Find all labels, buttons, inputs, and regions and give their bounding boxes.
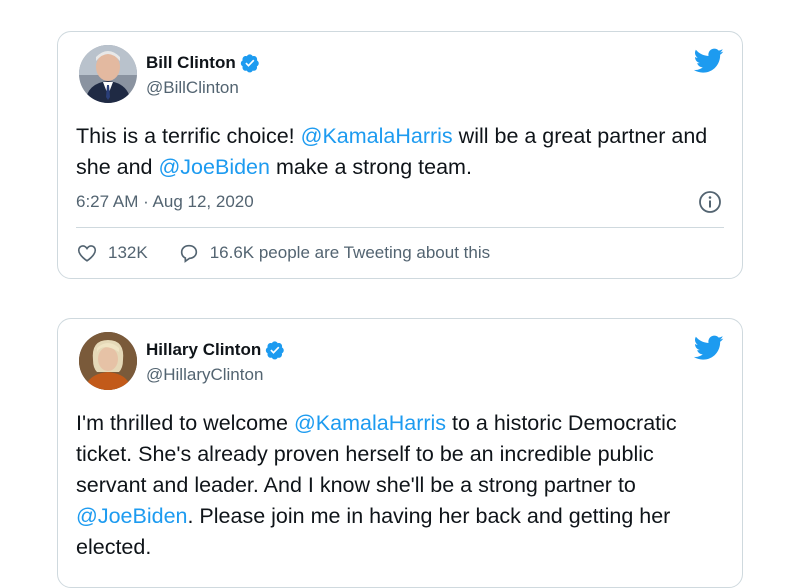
- author-handle[interactable]: @HillaryClinton: [146, 365, 263, 385]
- tweet-text-segment: make a strong team.: [269, 155, 472, 179]
- avatar[interactable]: [79, 332, 137, 390]
- timestamp[interactable]: 6:27 AM · Aug 12, 2020: [76, 192, 254, 212]
- tweet-actions: 132K 16.6K people are Tweeting about thi…: [76, 242, 490, 264]
- speech-bubble-icon: [180, 244, 197, 263]
- author-handle[interactable]: @BillClinton: [146, 78, 239, 98]
- tweet-text: This is a terrific choice! @KamalaHarris…: [76, 121, 718, 183]
- tweet-text-segment: I'm thrilled to welcome: [76, 411, 294, 435]
- mention-link[interactable]: @KamalaHarris: [301, 124, 453, 148]
- mention-link[interactable]: @KamalaHarris: [294, 411, 446, 435]
- tweet-card-bill-clinton[interactable]: Bill Clinton @BillClinton This is a terr…: [57, 31, 743, 279]
- like-button[interactable]: 132K: [76, 242, 148, 264]
- author-name[interactable]: Bill Clinton: [146, 53, 236, 73]
- heart-icon: [77, 245, 97, 262]
- like-count: 132K: [108, 243, 148, 262]
- tweet-text-segment: This is a terrific choice!: [76, 124, 301, 148]
- tweet-card-hillary-clinton[interactable]: Hillary Clinton @HillaryClinton I'm thri…: [57, 318, 743, 588]
- divider: [76, 227, 724, 228]
- tweet-text: I'm thrilled to welcome @KamalaHarris to…: [76, 408, 718, 563]
- avatar[interactable]: [79, 45, 137, 103]
- author-name[interactable]: Hillary Clinton: [146, 340, 261, 360]
- twitter-bird-icon[interactable]: [694, 48, 724, 74]
- verified-badge-icon: [240, 54, 259, 73]
- mention-link[interactable]: @JoeBiden: [76, 504, 187, 528]
- tweeting-about-text: 16.6K people are Tweeting about this: [209, 243, 491, 262]
- twitter-bird-icon[interactable]: [694, 335, 724, 361]
- verified-badge-icon: [266, 341, 284, 360]
- tweeting-about-link[interactable]: 16.6K people are Tweeting about this: [178, 242, 490, 264]
- mention-link[interactable]: @JoeBiden: [158, 155, 269, 179]
- info-icon[interactable]: [698, 190, 722, 214]
